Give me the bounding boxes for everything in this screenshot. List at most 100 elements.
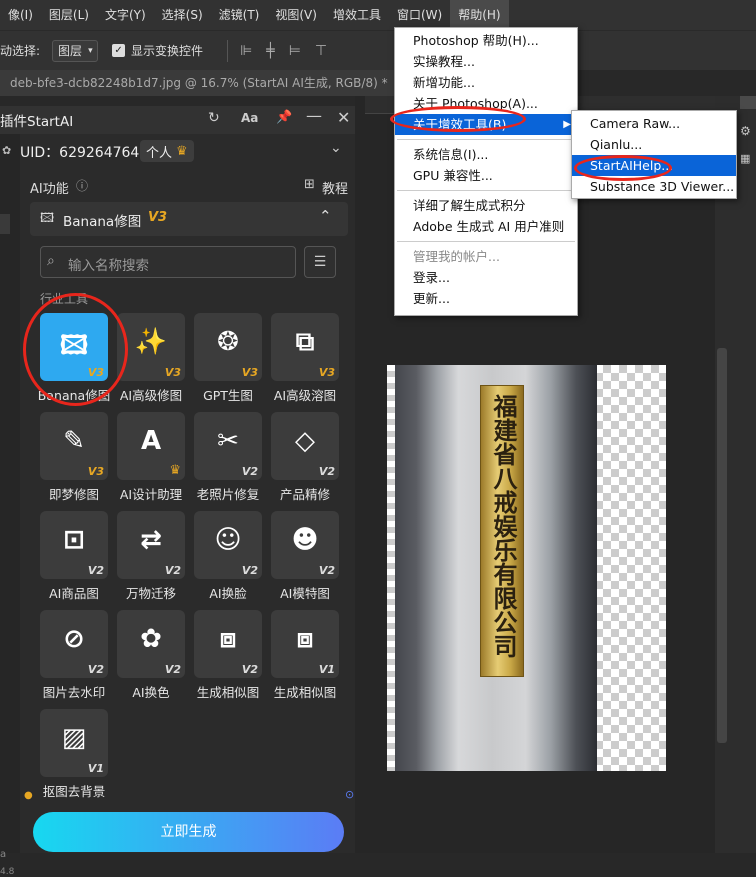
menu-type[interactable]: 文字(Y) <box>97 0 154 30</box>
tool-button[interactable] <box>740 96 756 109</box>
photo-repair-icon: ✂ <box>217 426 239 456</box>
chevron-down-icon: ▾ <box>88 45 93 56</box>
tutorial-link[interactable]: 教程 <box>322 178 348 197</box>
strip-button[interactable] <box>0 214 10 234</box>
tool-label: 万物迁移 <box>125 586 176 601</box>
version-badge: V3 <box>164 366 181 379</box>
menu-help[interactable]: 帮助(H) <box>450 0 509 30</box>
photo: 福建省八戒娱乐有限公司 <box>387 365 597 771</box>
list-view-icon[interactable]: ☰ <box>304 246 336 278</box>
version-badge: V1 <box>318 663 335 676</box>
chevron-down-icon[interactable]: ⌄ <box>330 140 342 156</box>
settings-icon[interactable]: ⚙ <box>740 124 756 138</box>
minimize-icon[interactable]: — <box>306 106 322 125</box>
menu-window[interactable]: 窗口(W) <box>389 0 450 30</box>
menu-select[interactable]: 选择(S) <box>154 0 211 30</box>
menu-filter[interactable]: 滤镜(T) <box>211 0 268 30</box>
dream-icon: ✎ <box>63 426 85 456</box>
crown-icon: ♛ <box>169 463 181 478</box>
version-badge: V2 <box>241 564 258 577</box>
menu-image[interactable]: 像(I) <box>0 0 41 30</box>
tab-document-title: deb-bfe3-dcb82248b1d7.jpg @ 16.7% (Start… <box>10 76 388 90</box>
side-version: 4.8 <box>0 867 15 877</box>
tool-tile[interactable]: ☻ V2 <box>271 511 339 579</box>
font-size-icon[interactable]: Aa <box>241 111 258 125</box>
image-icon: 🖾 <box>40 211 55 226</box>
dot-icon-right: ⊙ <box>345 788 355 801</box>
generate-button[interactable]: 立即生成 <box>33 812 344 852</box>
grid-icon[interactable]: ▦ <box>740 152 756 166</box>
tool-tile[interactable]: ☺ V2 <box>194 511 262 579</box>
panel-header: 插件StartAI ↻ Aa 📌 — ✕ <box>0 106 355 134</box>
info-icon[interactable]: ⓘ <box>76 177 88 194</box>
similar-image-icon: ⧈ <box>219 624 237 654</box>
document-canvas[interactable]: 福建省八戒娱乐有限公司 <box>387 365 666 771</box>
menu-item-generative-credits[interactable]: 详细了解生成式积分 <box>395 195 577 216</box>
shopping-bag-icon: ⊡ <box>63 525 85 555</box>
transfer-icon: ⇄ <box>140 525 162 555</box>
close-panel-icon[interactable]: ✕ <box>337 108 350 127</box>
submenu-item-camera-raw[interactable]: Camera Raw... <box>572 113 736 134</box>
menu-item-update[interactable]: 更新... <box>395 288 577 309</box>
tool-tile[interactable]: ▨ V1 <box>40 709 108 777</box>
chevron-up-icon[interactable]: ⌃ <box>319 207 332 225</box>
menu-item-ai-guidelines[interactable]: Adobe 生成式 AI 用户准则 <box>395 216 577 237</box>
tool-tile[interactable]: ✿ V2 <box>117 610 185 678</box>
gold-sign: 福建省八戒娱乐有限公司 <box>480 385 524 677</box>
plugins-submenu: Camera Raw... Qianlu... StartAIHelp... S… <box>571 110 737 199</box>
tool-label: AI换脸 <box>209 586 247 601</box>
menu-layer[interactable]: 图层(L) <box>41 0 97 30</box>
refresh-icon[interactable]: ↻ <box>208 110 220 126</box>
tool-tile[interactable]: ✎ V3 <box>40 412 108 480</box>
align-top-icon[interactable]: ⊤ <box>315 43 327 59</box>
pin-icon[interactable]: 📌 <box>276 110 292 125</box>
tool-tile[interactable]: ⊘ V2 <box>40 610 108 678</box>
section-header[interactable]: 🖾 Banana修图 V3 ⌃ <box>30 202 348 236</box>
align-left-icon[interactable]: ⊫ <box>240 43 252 59</box>
transform-checkbox[interactable]: ✓ <box>112 44 126 57</box>
version-badge: V2 <box>87 564 104 577</box>
similar-image-icon: ⧈ <box>296 624 314 654</box>
submenu-item-substance[interactable]: Substance 3D Viewer... <box>572 176 736 197</box>
auto-select-label: 动选择: <box>0 44 41 58</box>
menu-separator <box>397 241 575 242</box>
tool-label: 图片去水印 <box>42 685 106 700</box>
tool-tile[interactable]: ⧈ V1 <box>271 610 339 678</box>
tool-tile[interactable]: ❂ V3 <box>194 313 262 381</box>
tool-tile[interactable]: ◇ V2 <box>271 412 339 480</box>
account-type-badge[interactable]: 个人 ♛ <box>140 140 194 162</box>
search-box[interactable]: ⌕ 输入名称搜索 <box>40 246 296 278</box>
menu-plugins[interactable]: 增效工具 <box>325 0 389 30</box>
sign-text: 福建省八戒娱乐有限公司 <box>489 394 518 658</box>
submenu-item-qianlu[interactable]: Qianlu... <box>572 134 736 155</box>
layer-select[interactable]: 图层 ▾ <box>52 39 99 62</box>
paw-icon: ✿ <box>2 144 12 157</box>
menu-item-photoshop-help[interactable]: Photoshop 帮助(H)... <box>395 30 577 51</box>
tab-document[interactable]: deb-bfe3-dcb82248b1d7.jpg @ 16.7% (Start… <box>0 70 420 96</box>
tool-tile[interactable]: ⇄ V2 <box>117 511 185 579</box>
tool-tile[interactable]: ✂ V2 <box>194 412 262 480</box>
startai-panel: 插件StartAI ↻ Aa 📌 — ✕ ✿ a 4.8 UID：6292647… <box>0 106 355 877</box>
tool-tile[interactable]: ⧉ V3 <box>271 313 339 381</box>
menu-item-system-info[interactable]: 系统信息(I)... <box>395 144 577 165</box>
search-input[interactable]: 输入名称搜索 <box>68 254 149 274</box>
tool-label: 即梦修图 <box>48 487 99 502</box>
menu-item-tutorial[interactable]: 实操教程... <box>395 51 577 72</box>
menu-item-new-features[interactable]: 新增功能... <box>395 72 577 93</box>
menu-item-gpu[interactable]: GPU 兼容性... <box>395 165 577 186</box>
tool-tile[interactable]: ⊡ V2 <box>40 511 108 579</box>
generate-button-label: 立即生成 <box>160 824 217 840</box>
align-right-icon[interactable]: ⊨ <box>289 43 301 59</box>
scrollbar[interactable] <box>717 348 727 743</box>
tool-label: AI设计助理 <box>119 487 183 502</box>
menu-item-login[interactable]: 登录... <box>395 267 577 288</box>
blend-icon: ⧉ <box>295 327 315 357</box>
ai-function-label: AI功能 <box>30 182 69 197</box>
align-center-icon[interactable]: ╪ <box>266 43 274 59</box>
tool-tile[interactable]: A ♛ <box>117 412 185 480</box>
version-badge: V2 <box>241 663 258 676</box>
section-title: Banana修图 <box>63 214 142 230</box>
tool-tile[interactable]: ⧈ V2 <box>194 610 262 678</box>
menu-item-manage-account[interactable]: 管理我的帐户... <box>395 246 577 267</box>
menu-view[interactable]: 视图(V) <box>267 0 325 30</box>
